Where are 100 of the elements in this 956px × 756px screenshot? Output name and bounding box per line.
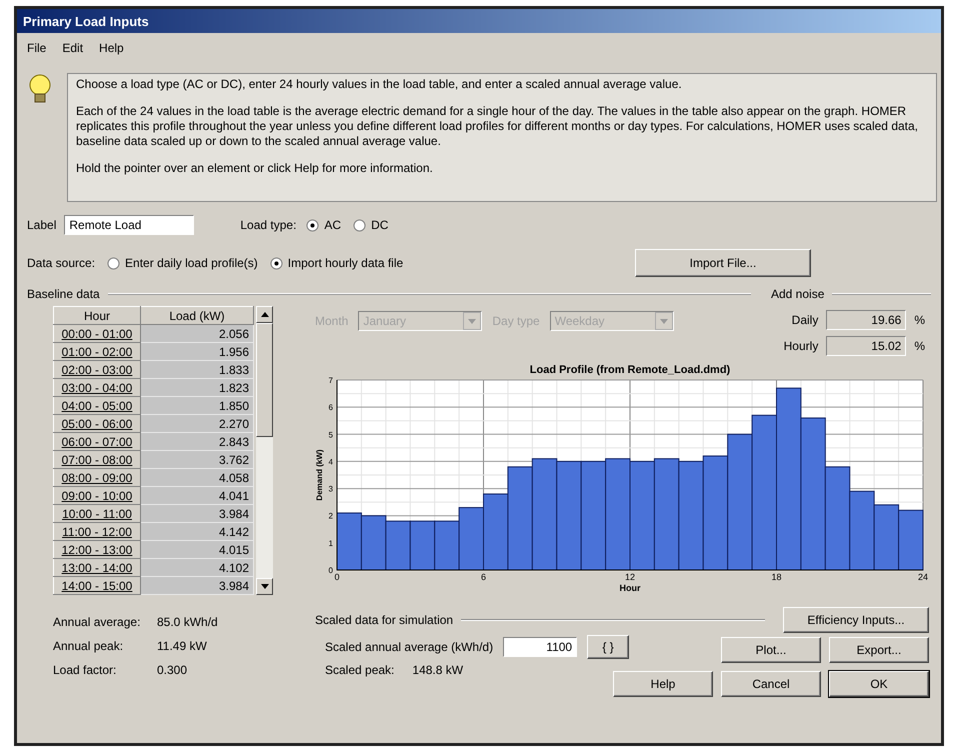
unit-label: % [914,313,925,327]
help-button[interactable]: Help [613,671,713,697]
bar [434,520,460,570]
bar [385,520,411,570]
field-label: Scaled peak: [325,663,394,677]
load-cell[interactable]: 1.833 [140,360,254,378]
y-tick-label: 5 [328,430,333,440]
info-paragraph: Each of the 24 values in the load table is the average electric demand for a single hour of the day. The values in the table also appear on the graph. HOMER replicates this profile throughout the year unless you define different load profiles for different months or day types. For calculations, HOMER uses scaled data, baseline data scaled up or down to the scaled annual average value. [76,104,920,149]
info-paragraph: Hold the pointer over an element or click Help for more information. [76,161,434,176]
y-axis-title: Demand (kW) [315,449,324,501]
load-cell[interactable]: 2.056 [140,324,254,342]
stat-value: 0.300 [157,663,188,677]
load-cell[interactable]: 3.984 [140,576,254,594]
hour-cell: 07:00 - 08:00 [54,450,140,468]
scaled-peak-value: 148.8 kW [412,663,464,677]
hour-cell: 02:00 - 03:00 [54,360,140,378]
stat-label: Annual peak: [53,639,124,653]
radio-button[interactable] [270,256,283,270]
radio-button[interactable] [107,256,120,270]
hour-cell: 04:00 - 05:00 [54,396,140,414]
up-arrow-icon [260,312,268,317]
radio-button[interactable] [353,218,366,232]
bar [410,520,436,570]
scroll-down-button[interactable] [256,578,273,595]
load-cell[interactable]: 2.843 [140,432,254,450]
load-cell[interactable]: 4.015 [140,540,254,558]
load-cell[interactable]: 4.142 [140,522,254,540]
group-title: Add noise [771,287,824,301]
import-file-button[interactable]: Import File... [635,249,811,277]
bar [898,510,924,570]
scaled-average-field[interactable]: 1100 [503,637,578,657]
y-tick-label: 0 [328,566,333,575]
hour-cell: 00:00 - 01:00 [54,324,140,342]
export-button[interactable]: Export... [829,637,929,663]
bar [336,512,362,570]
stat-value: 11.49 kW [157,639,208,653]
scrollbar-thumb[interactable] [256,323,273,437]
noise-label: Daily [792,313,818,327]
load-cell[interactable]: 4.041 [140,486,254,504]
noise-field: 19.66 [826,310,906,330]
hour-cell: 06:00 - 07:00 [54,432,140,450]
load-cell[interactable]: 1.850 [140,396,254,414]
hour-cell: 11:00 - 12:00 [54,522,140,540]
menu-item[interactable]: File [27,41,46,57]
sensitivity-button[interactable]: { } [587,635,630,659]
radio-label: Import hourly data file [288,256,404,270]
bar [458,507,484,570]
dropdown-arrow-icon [468,318,476,324]
ok-button[interactable]: OK [829,671,929,697]
radio-button[interactable] [306,218,320,232]
x-tick-label: 0 [334,572,340,582]
dropdown-arrow-icon [660,318,668,324]
load-cell[interactable]: 4.058 [140,468,254,486]
plot-button[interactable]: Plot... [721,637,821,663]
hour-cell: 09:00 - 10:00 [54,486,140,504]
hour-cell: 14:00 - 15:00 [54,576,140,594]
radio-label: AC [324,218,342,232]
column-header[interactable]: Hour [54,306,140,324]
load-cell[interactable]: 1.956 [140,342,254,360]
menu-item[interactable]: Help [99,41,124,57]
cancel-button[interactable]: Cancel [721,671,821,697]
down-arrow-icon [260,584,268,589]
stat-label: Load factor: [53,663,118,677]
column-header[interactable]: Load (kW) [140,306,254,324]
load-cell[interactable]: 1.823 [140,378,254,396]
hour-cell: 13:00 - 14:00 [54,558,140,576]
menu-item[interactable]: Edit [62,41,84,57]
x-tick-label: 24 [918,572,928,582]
efficiency-inputs-button[interactable]: Efficiency Inputs... [783,607,929,633]
radio-label: Enter daily load profile(s) [125,256,258,270]
stat-value: 85.0 kWh/d [157,615,219,629]
window-title: Primary Load Inputs [17,9,941,33]
info-paragraph: Choose a load type (AC or DC), enter 24 hourly values in the load table, and enter a scaled annual average value. [76,77,683,92]
x-axis-title: Hour [620,583,640,593]
hour-cell: 03:00 - 04:00 [54,378,140,396]
field-label: Data source: [27,256,96,270]
bar [360,515,386,570]
load-cell[interactable]: 4.102 [140,558,254,576]
hour-cell: 12:00 - 13:00 [54,540,140,558]
y-tick-label: 4 [328,457,333,466]
x-tick-label: 18 [772,572,782,582]
hour-cell: 10:00 - 11:00 [54,504,140,522]
load-cell[interactable]: 2.270 [140,414,254,432]
noise-label: Hourly [784,339,818,353]
load-cell[interactable]: 3.762 [140,450,254,468]
load-cell[interactable]: 3.984 [140,504,254,522]
field-label: Label [27,218,56,232]
radio-label: DC [371,218,388,232]
hour-cell: 05:00 - 06:00 [54,414,140,432]
y-tick-label: 7 [328,376,333,385]
group-title: Baseline data [27,287,100,301]
stat-label: Annual average: [53,615,142,629]
lightbulb-icon [27,73,53,105]
x-tick-label: 12 [625,572,635,582]
chart-title: Load Profile (from Remote_Load.dmd) [530,364,730,376]
field-label: Scaled annual average (kWh/d) [325,640,494,654]
noise-field: 15.02 [826,336,906,356]
scroll-up-button[interactable] [256,306,273,323]
hour-cell: 01:00 - 02:00 [54,342,140,360]
label-field[interactable]: Remote Load [64,215,194,235]
